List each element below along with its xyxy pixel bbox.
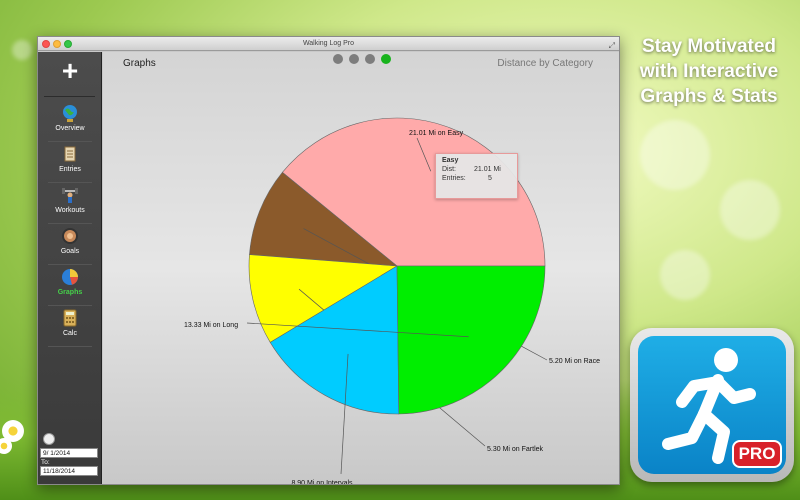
sidebar-divider (48, 223, 92, 224)
sidebar-divider (48, 141, 92, 142)
graphs-view: Graphs Distance by Category 21.01 Mi on … (103, 52, 619, 484)
sidebar-item-label: Overview (55, 125, 85, 132)
date-from-field[interactable]: 9/ 1/2014 (40, 448, 98, 458)
tooltip-dist-label: Dist: (442, 166, 456, 173)
chart-tooltip: Easy Dist: 21.01 Mi Entries: 5 (435, 153, 518, 199)
pie-label-fartlek: 5.30 Mi on Fartlek (487, 446, 544, 453)
pie-slice-long[interactable] (396, 265, 546, 415)
tooltip-entries-value: 5 (488, 175, 492, 182)
promo-line: Stay Motivated (641, 36, 777, 57)
globe-icon (63, 105, 77, 122)
app-icon: PRO (630, 328, 794, 482)
sidebar: + Overview Entries Workouts Goals Graphs… (38, 52, 102, 484)
date-range-toggle[interactable] (43, 433, 55, 445)
pie-label-long: 13.33 Mi on Long (184, 322, 238, 329)
pro-badge: PRO (732, 440, 782, 468)
calculator-icon (63, 309, 77, 327)
background-bokeh (640, 120, 710, 190)
date-to-label: To: (41, 459, 50, 466)
promo-line: Graphs & Stats (640, 86, 778, 107)
entries-icon (64, 146, 76, 162)
sidebar-item-graphs[interactable]: Graphs (42, 266, 98, 306)
pie-label-race: 5.20 Mi on Race (549, 358, 600, 365)
date-range-panel: 9/ 1/2014 To: 11/18/2014 (40, 433, 100, 476)
tooltip-dist-value: 21.01 Mi (474, 166, 501, 173)
sidebar-item-calc[interactable]: Calc (42, 307, 98, 347)
promo-text: Stay Motivated with Interactive Graphs &… (620, 34, 798, 109)
sidebar-divider (44, 96, 95, 97)
zoom-window-button[interactable] (64, 40, 72, 48)
window-titlebar[interactable]: Walking Log Pro ⤢ (38, 37, 619, 51)
sidebar-divider (48, 346, 92, 347)
fullscreen-icon[interactable]: ⤢ (609, 39, 615, 53)
pie-chart[interactable]: 21.01 Mi on Easy 5.20 Mi on Race 5.30 Mi o… (103, 52, 620, 485)
background-bokeh (12, 40, 32, 60)
sidebar-divider (48, 305, 92, 306)
sidebar-item-goals[interactable]: Goals (42, 225, 98, 265)
sidebar-divider (48, 182, 92, 183)
workouts-icon (62, 188, 78, 203)
promo-line: with Interactive (639, 61, 779, 82)
window-title: Walking Log Pro (302, 40, 355, 47)
sidebar-item-label: Calc (62, 330, 77, 337)
app-icon-background: PRO (638, 336, 786, 474)
app-window: Walking Log Pro ⤢ + Overview Entries Wor… (37, 36, 620, 485)
sidebar-item-label: Goals (60, 248, 80, 255)
sidebar-item-workouts[interactable]: Workouts (42, 184, 98, 224)
sidebar-item-entries[interactable]: Entries (42, 143, 98, 183)
sidebar-divider (48, 264, 92, 265)
background-bokeh (720, 180, 780, 240)
tooltip-entries-label: Entries: (442, 175, 466, 182)
date-to-field[interactable]: 11/18/2014 (40, 466, 98, 476)
close-window-button[interactable] (42, 40, 50, 48)
tooltip-title: Easy (442, 157, 459, 164)
pie-label-intervals: 8.90 Mi on Intervals (291, 480, 353, 485)
background-bokeh (660, 250, 710, 300)
minimize-window-button[interactable] (53, 40, 61, 48)
add-entry-button[interactable]: + (55, 57, 85, 86)
sidebar-item-label: Graphs (57, 289, 83, 296)
sidebar-item-label: Entries (59, 166, 81, 173)
sidebar-item-overview[interactable]: Overview (42, 102, 98, 142)
goals-icon (62, 228, 78, 244)
sidebar-item-label: Workouts (55, 207, 85, 214)
pie-chart-icon (62, 269, 78, 285)
pie-label-easy: 21.01 Mi on Easy (409, 130, 464, 137)
